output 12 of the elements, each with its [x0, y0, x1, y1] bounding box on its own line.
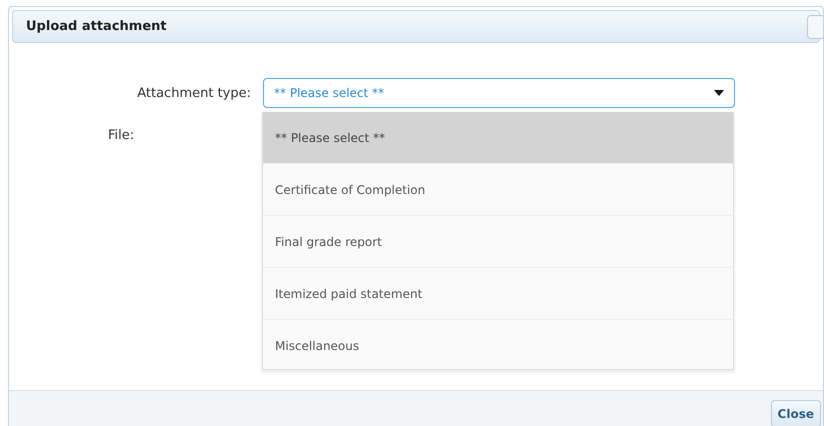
dialog-title: Upload attachment — [26, 19, 167, 34]
attachment-type-select[interactable]: ** Please select ** — [263, 78, 735, 108]
dropdown-option[interactable]: Certificate of Completion — [263, 164, 733, 216]
dropdown-option[interactable]: Itemized paid statement — [263, 268, 733, 320]
close-button[interactable]: Close — [770, 400, 821, 426]
dropdown-option[interactable]: ** Please select ** — [263, 112, 733, 164]
dropdown-option[interactable]: Miscellaneous — [263, 320, 733, 369]
dropdown-option[interactable]: Final grade report — [263, 216, 733, 268]
field-label: File: — [108, 128, 134, 143]
header-button[interactable] — [807, 14, 823, 38]
caret-icon — [714, 90, 724, 96]
field-label: Attachment type: — [137, 86, 251, 100]
